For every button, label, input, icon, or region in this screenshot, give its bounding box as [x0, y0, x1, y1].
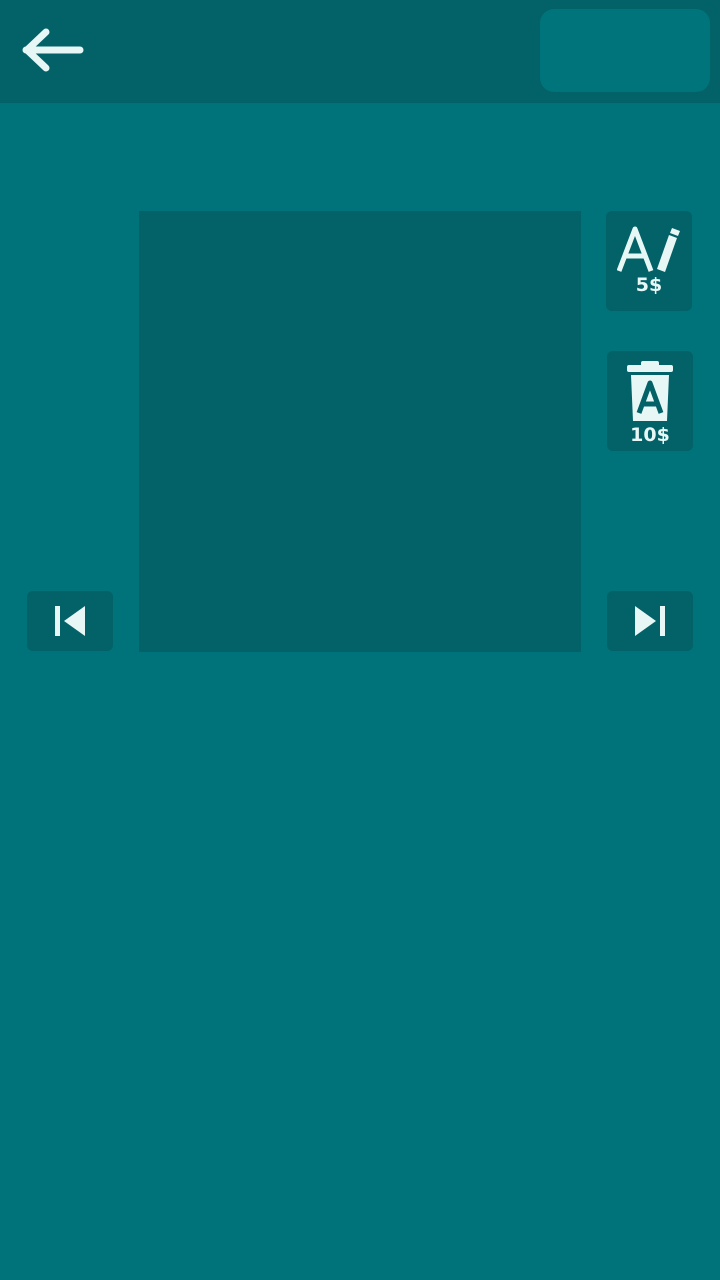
skip-previous-icon [55, 606, 85, 636]
hint-button[interactable]: 5$ [606, 211, 692, 311]
back-button[interactable] [14, 20, 94, 80]
arrow-left-icon [22, 28, 84, 72]
remove-letter-button[interactable]: 10$ [607, 351, 693, 451]
coin-panel [540, 9, 710, 92]
remove-price: 10$ [630, 424, 670, 446]
skip-next-icon [635, 606, 665, 636]
top-bar [0, 0, 720, 103]
letter-a-pencil-icon [617, 226, 680, 272]
previous-level-button[interactable] [27, 591, 113, 651]
trash-letter-a-icon [627, 361, 673, 421]
puzzle-board[interactable] [139, 211, 581, 652]
hint-price: 5$ [635, 274, 663, 296]
next-level-button[interactable] [607, 591, 693, 651]
